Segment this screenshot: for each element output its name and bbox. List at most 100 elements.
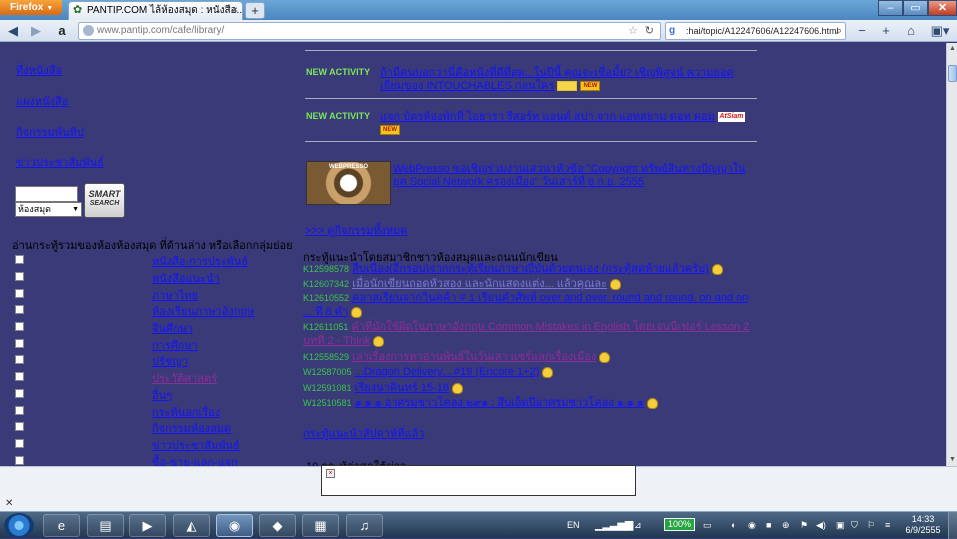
clock[interactable]: 14:33 6/9/2555 — [903, 514, 943, 536]
category-checkbox[interactable] — [15, 339, 24, 348]
tray-icon[interactable]: ◉ — [748, 518, 756, 532]
category-checkbox[interactable] — [15, 272, 24, 281]
search-bar[interactable]: g :hai/topic/A12247606/A12247606.html ⌕ — [665, 22, 846, 40]
webpresso-link-text[interactable]: WebPresso ขอเชิญร่วมงานเสวนาหัวข้อ "Copy… — [393, 163, 746, 188]
topic-row: K12610552 คลาสเรียนจากวินคค้า # 1 เรียนค… — [303, 291, 756, 319]
bookmark-star-icon[interactable]: ☆ — [628, 23, 638, 39]
close-addon-bar-icon[interactable]: ✕ — [5, 498, 13, 509]
tray-icon[interactable]: ⊕ — [782, 518, 790, 532]
forward-icon[interactable]: ▶ — [29, 23, 43, 39]
scroll-thumb[interactable] — [948, 65, 957, 82]
category-checkbox[interactable] — [15, 289, 24, 298]
category-checkbox[interactable] — [15, 372, 24, 381]
scroll-up-icon[interactable]: ▲ — [947, 43, 957, 54]
topic-link[interactable]: ...Dragon Delivery....#19 (Encore 1+2) — [355, 366, 540, 378]
topic-link[interactable]: เรียงนาคินทร์ 15-16 — [355, 382, 449, 394]
search-room-select[interactable]: ห้องสมุด ▼ — [15, 202, 82, 217]
all-activities-link[interactable]: >>> ดูกิจกรรมทั้งหมด — [305, 221, 408, 239]
network-icon[interactable]: ⊿ — [634, 518, 642, 532]
webpresso-logo[interactable]: WEBPRESSO — [306, 161, 391, 205]
document-icon[interactable]: ▦ — [302, 514, 339, 537]
category-link[interactable]: ประวัติศาสตร์ — [152, 369, 217, 387]
internet-explorer-icon[interactable]: e — [43, 514, 80, 537]
tab-pantip[interactable]: ✿ PANTIP.COM ไล้ห้องสมุด : หนังสือ... × — [68, 1, 243, 20]
scroll-down-icon[interactable]: ▼ — [947, 454, 957, 465]
zoom-out-icon[interactable]: − — [855, 23, 869, 39]
back-icon[interactable]: ◀ — [6, 23, 20, 39]
category-checkbox[interactable] — [15, 422, 24, 431]
category-checkbox[interactable] — [15, 355, 24, 364]
zoom-in-icon[interactable]: + — [879, 23, 893, 39]
sidebar-link-news[interactable]: ข่าวประชาสัมพันธ์ — [16, 153, 104, 171]
topic-link[interactable]: คำที่มักใช้ผิดในภาษาอังกฤษ Common Mistak… — [303, 321, 749, 347]
app-icon[interactable]: ◭ — [173, 514, 210, 537]
home-icon[interactable]: ⌂ — [903, 23, 919, 39]
category-link[interactable]: ซื้อ-ขาย-แลก-แจก — [152, 453, 238, 466]
firefox-menu-button[interactable]: Firefox ▼ — [0, 0, 62, 15]
close-window-button[interactable]: ✕ — [928, 0, 957, 16]
language-indicator[interactable]: EN — [567, 518, 580, 532]
menu-icon[interactable]: ▣▾ — [929, 23, 951, 39]
category-link[interactable]: กิจกรรมห้องสมุด — [152, 419, 231, 437]
category-link[interactable]: จีนศึกษา — [152, 319, 193, 337]
file-explorer-icon[interactable]: ▤ — [87, 514, 124, 537]
signal-icon[interactable]: ▁▂▃▅▆ — [595, 518, 633, 532]
webpresso-link[interactable]: WebPresso ขอเชิญร่วมงานเสวนาหัวข้อ "Copy… — [393, 163, 753, 189]
activity-link[interactable]: แจก บัตรห้องพักที่ ไอธารา รีสอร์ท แอนด์ … — [380, 111, 715, 123]
show-desktop-button[interactable] — [948, 512, 957, 539]
shield-icon[interactable]: ⛉ — [851, 518, 858, 532]
ad-popup[interactable]: × — [321, 465, 636, 496]
close-tab-icon[interactable]: × — [232, 2, 238, 20]
flag-icon[interactable]: ⚐ — [867, 518, 875, 532]
category-row: ประวัติศาสตร์ — [15, 369, 295, 385]
topic-row: W12587005 ...Dragon Delivery....#19 (Enc… — [303, 365, 756, 379]
search-icon[interactable]: ⌕ — [836, 23, 842, 39]
itunes-icon[interactable]: ♫ — [346, 514, 383, 537]
page-scrollbar[interactable]: ▲ ▼ — [946, 43, 957, 466]
amazon-icon[interactable]: a — [54, 23, 70, 39]
tray-icon[interactable]: ▣ — [836, 518, 845, 532]
weekly-recommended-link[interactable]: กระทู้แนะนำสัปดาห์ที่แล้ว — [303, 424, 424, 442]
category-link[interactable]: อื่นๆ — [152, 386, 172, 404]
category-checkbox[interactable] — [15, 322, 24, 331]
tray-icon[interactable]: ≡ — [885, 518, 890, 532]
bluetooth-icon[interactable]: ◐ — [731, 518, 736, 532]
category-link[interactable]: ห้องเรียนภาษาอังกฤษ — [152, 302, 254, 320]
category-checkbox[interactable] — [15, 389, 24, 398]
start-button[interactable] — [4, 513, 34, 538]
topic-link[interactable]: เมื่อนักเขียนถอดหัวสอง และนักแสดงแต่ง...… — [352, 278, 607, 290]
topic-link[interactable]: ๑ ๑ ๑ อาศรมชาวโคลง ๒๙๑ : สืบเอ็ดปีอาศรมช… — [355, 397, 644, 409]
battery-indicator[interactable]: 100% — [664, 518, 695, 531]
topic-row: W12591081 เรียงนาคินทร์ 15-16 — [303, 381, 756, 395]
category-link[interactable]: หนังสือแนะนำ — [152, 269, 220, 287]
sidebar-link-bookshelf[interactable]: ที่งหนังสือ — [16, 61, 62, 79]
topic-link[interactable]: คลาสเรียนจากวินคค้า # 1 เรียนคำศัพท์ ove… — [303, 292, 748, 318]
category-checkbox[interactable] — [15, 439, 24, 448]
category-link[interactable]: ข่าวประชาสัมพันธ์ — [152, 436, 240, 454]
firefox-taskbar-icon[interactable]: ◉ — [216, 514, 253, 537]
category-checkbox[interactable] — [15, 255, 24, 264]
divider — [305, 50, 757, 51]
search-input[interactable] — [15, 186, 78, 202]
maximize-button[interactable]: ▭ — [903, 0, 928, 16]
app-icon[interactable]: ◆ — [259, 514, 296, 537]
category-link[interactable]: ปรัชญา — [152, 352, 188, 370]
category-link[interactable]: หนังสือ-การประพันธ์ — [152, 252, 248, 270]
url-bar[interactable]: www.pantip.com/cafe/library/ ☆ ↻ — [78, 22, 661, 40]
media-player-icon[interactable]: ▶ — [129, 514, 166, 537]
usb-icon[interactable]: ▭ — [703, 518, 712, 532]
sidebar-link-bookstand[interactable]: แผงหนังสือ — [16, 92, 68, 110]
topic-link[interactable]: เล่าเรื่องการหาอ่านพันธ์ในวันเสา แชร์แลก… — [352, 351, 596, 363]
reload-icon[interactable]: ↻ — [645, 23, 654, 39]
category-checkbox[interactable] — [15, 406, 24, 415]
sidebar-link-pantip-activities[interactable]: กิจกรรมพันทิป — [16, 123, 84, 141]
minimize-button[interactable]: – — [878, 0, 903, 16]
smart-search-button[interactable]: SMART SEARCH — [84, 183, 125, 218]
action-center-flag-icon[interactable]: ⚑ — [800, 518, 808, 532]
category-checkbox[interactable] — [15, 456, 24, 465]
category-checkbox[interactable] — [15, 305, 24, 314]
volume-icon[interactable]: ◀) — [816, 518, 826, 532]
new-tab-button[interactable]: + — [245, 2, 265, 19]
tray-icon[interactable]: ■ — [766, 518, 771, 532]
topic-link[interactable]: สืบเนื่อง(อีกรอบ)จากกระทู้เรียนภาษาญี่ปุ… — [352, 263, 709, 275]
